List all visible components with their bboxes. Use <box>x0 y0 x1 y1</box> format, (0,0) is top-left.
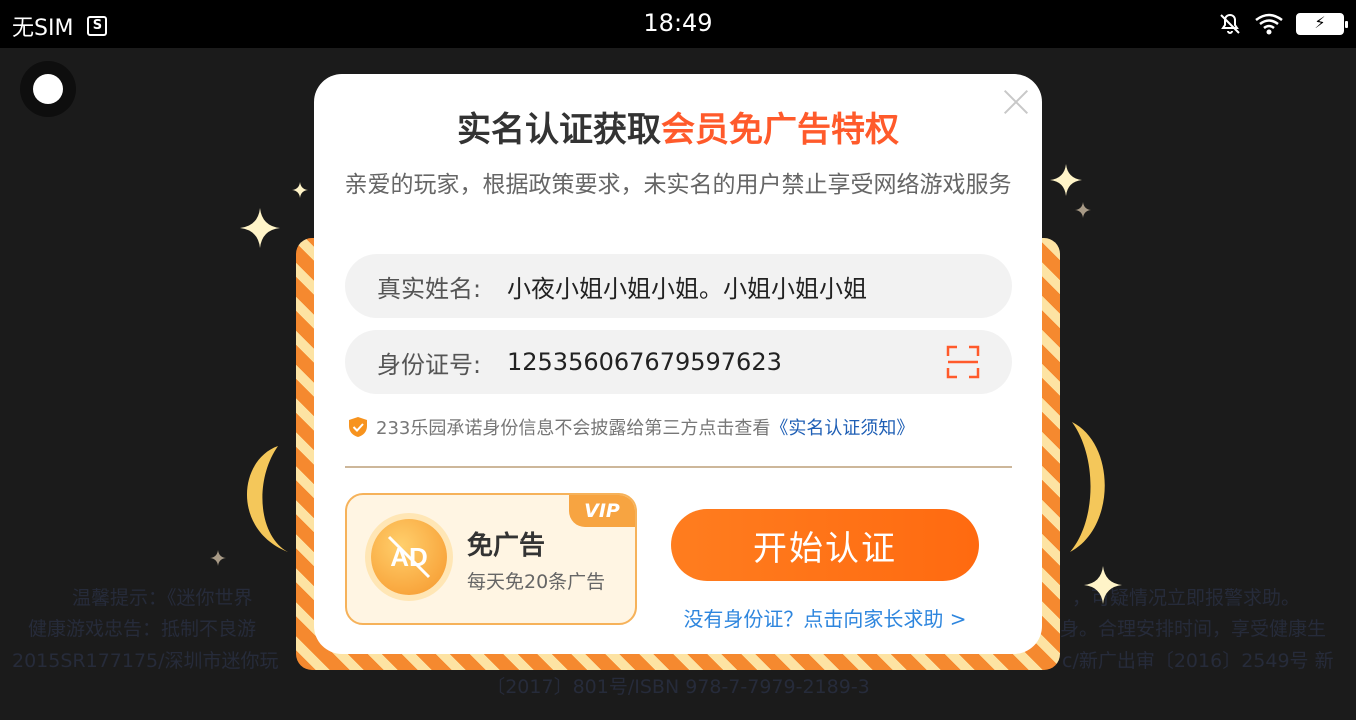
shield-icon <box>349 417 367 437</box>
dialog-description: 亲爱的玩家，根据政策要求，未实名的用户禁止享受网络游戏服务 <box>344 172 1012 198</box>
battery-icon: ⚡ <box>1296 13 1348 35</box>
dialog-title-prefix: 实名认证获取 <box>457 110 661 150</box>
id-number-field[interactable]: 身份证号: 125356067679597623 <box>345 330 1012 394</box>
sparkle-icon <box>210 550 226 566</box>
real-name-input[interactable]: 小夜小姐小姐小姐。小姐小姐小姐 <box>507 269 867 304</box>
sparkle-icon <box>1084 566 1122 604</box>
real-name-label: 真实姓名: <box>377 274 482 303</box>
status-right: ⚡ <box>1218 12 1348 36</box>
bg-license-line-right: c/新广出审〔2016〕2549号 新 <box>1062 650 1334 672</box>
vip-benefit-card: VIP AD 免广告 每天免20条广告 <box>345 493 637 625</box>
real-name-field[interactable]: 真实姓名: 小夜小姐小姐小姐。小姐小姐小姐 <box>345 254 1012 318</box>
realname-terms-link[interactable]: 《实名认证须知》 <box>770 414 914 440</box>
sparkle-icon <box>292 182 308 198</box>
sparkle-icon <box>1075 202 1091 218</box>
bg-health-line-right: 身。合理安排时间，享受健康生 <box>1060 618 1327 640</box>
bell-off-icon <box>1220 13 1240 34</box>
scan-icon[interactable] <box>946 345 980 379</box>
id-number-label: 身份证号: <box>377 350 482 379</box>
sparkle-icon <box>1050 164 1082 196</box>
vip-badge: VIP <box>569 495 635 527</box>
no-ads-icon: AD <box>371 519 447 595</box>
clock: 18:49 <box>643 9 713 37</box>
wifi-icon <box>1255 13 1283 35</box>
floating-assistant-button[interactable] <box>20 61 76 117</box>
dialog-title: 实名认证获取会员免广告特权 <box>314 102 1042 151</box>
vip-benefit-subtitle: 每天免20条广告 <box>467 571 606 593</box>
sparkle-icon <box>240 208 280 248</box>
divider <box>345 466 1012 468</box>
privacy-notice: 233乐园承诺身份信息不会披露给第三方点击查看 《实名认证须知》 <box>348 414 914 440</box>
moon-icon <box>1070 422 1105 552</box>
bg-isbn-line: 〔2017〕801号/ISBN 978-7-7979-2189-3 <box>486 676 870 698</box>
id-number-input[interactable]: 125356067679597623 <box>507 348 782 376</box>
status-bar: 无SIM S 18:49 ⚡ <box>0 0 1356 48</box>
ask-parent-link[interactable]: 没有身份证？点击向家长求助 > <box>671 603 979 632</box>
vip-benefit-title: 免广告 <box>467 531 546 561</box>
realname-auth-dialog: 实名认证获取会员免广告特权 亲爱的玩家，根据政策要求，未实名的用户禁止享受网络游… <box>314 74 1042 654</box>
privacy-notice-text: 233乐园承诺身份信息不会披露给第三方点击查看 <box>376 418 771 439</box>
start-verification-button[interactable]: 开始认证 <box>671 509 979 581</box>
dialog-title-highlight: 会员免广告特权 <box>661 110 899 150</box>
charging-icon: ⚡ <box>1314 13 1326 32</box>
